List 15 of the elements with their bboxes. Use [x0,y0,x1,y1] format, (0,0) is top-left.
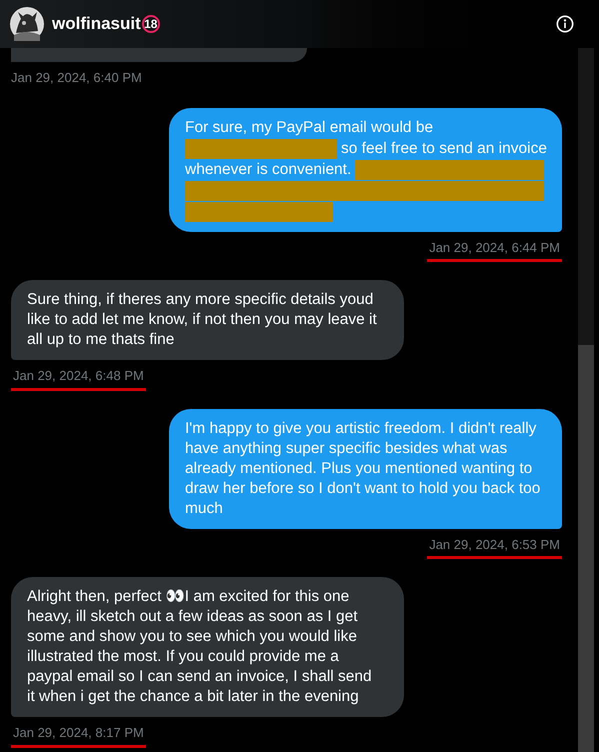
timestamp: Jan 29, 2024, 8:17 PM [11,723,146,748]
info-icon[interactable] [556,15,574,33]
age-restriction-badge: 18 [142,15,160,33]
message-text: For sure, my PayPal email would be [185,118,434,138]
message-text: I'm happy to give you artistic freedom. I didn't really have anything super specific besides what was already mentioned. Plus you mentioned wanting to draw her before so I don't want to hold you back too much [185,418,542,518]
message-text: so feel free to send an invoice [341,138,547,158]
timestamp: Jan 29, 2024, 6:40 PM [11,69,142,87]
timestamp: Jan 29, 2024, 6:53 PM [427,534,562,559]
message-text: whenever is convenient. [185,160,352,180]
timestamp: Jan 29, 2024, 6:48 PM [11,366,146,390]
scrollbar[interactable] [578,48,594,752]
message-text: Sure thing, if theres any more specific details youd like to add let me know, if not then you may leave it all up to me thats fine [27,290,378,350]
scrollbar-thumb[interactable] [578,345,594,752]
timestamp: Jan 29, 2024, 6:44 PM [427,238,562,262]
contact-name[interactable]: wolfinasuit [52,11,141,37]
